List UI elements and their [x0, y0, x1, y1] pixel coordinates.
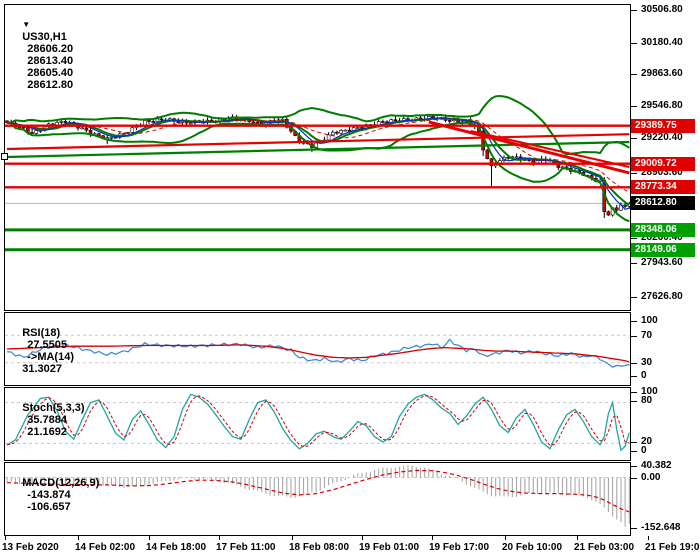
price-level-badge: 28773.34 [631, 180, 695, 194]
indicator-axis-label: 80 [641, 395, 653, 406]
bar-open-value: 28606.20 [27, 43, 74, 55]
price-axis-label: 27943.60 [641, 257, 683, 268]
indicator-axis-tick [631, 336, 637, 337]
rsi-name: RSI(18) [22, 327, 61, 339]
time-axis-tick [362, 536, 363, 540]
time-axis-label: 21 Feb 19:00 [645, 542, 700, 553]
indicator-axis-tick [631, 466, 637, 467]
indicator-axis-label: 100 [641, 315, 658, 326]
price-level-badge: 28612.80 [631, 196, 695, 210]
price-axis-tick [631, 106, 637, 107]
time-axis-label: 21 Feb 03:00 [574, 542, 635, 553]
time-axis[interactable]: 13 Feb 2020 14 Feb 02:00 14 Feb 18:00 17 Fe… [0, 536, 700, 560]
price-level-badge: 28149.06 [631, 243, 695, 257]
time-axis-tick [149, 536, 150, 540]
stochastic-header: Stoch(5,3,3) 35.7884 21.1692 [10, 390, 85, 450]
price-axis-label: 30180.40 [641, 37, 683, 48]
price-level-badge: 29009.72 [631, 157, 695, 171]
stoch-name: Stoch(5,3,3) [22, 402, 85, 414]
symbol-timeframe: US30,H1 [22, 31, 67, 43]
rsi-indicator-panel[interactable]: RSI(18) 27.5505 ->MA(14) 31.3027 [4, 312, 631, 386]
price-axis-tick [631, 238, 637, 239]
time-axis-tick [648, 536, 649, 540]
stoch-k-value: 35.7884 [27, 414, 67, 426]
indicator-axis-tick [631, 321, 637, 322]
price-axis-label: 27626.80 [641, 291, 683, 302]
price-axis-tick [631, 173, 637, 174]
indicator-axis-label: 0.00 [641, 472, 661, 483]
time-axis-tick [5, 536, 6, 540]
price-axis-tick [631, 263, 637, 264]
indicator-axis-tick [631, 392, 637, 393]
time-axis-label: 17 Feb 11:00 [216, 542, 276, 553]
rsi-ma-value: 31.3027 [22, 363, 62, 375]
trendline-anchor-marker[interactable] [1, 153, 8, 160]
macd-signal-value: -106.657 [27, 501, 71, 513]
macd-signal-line [6, 469, 630, 513]
time-axis-tick [78, 536, 79, 540]
rsi-canvas[interactable] [5, 313, 630, 385]
trading-terminal-window: { "title_bar": { "dropdown_icon": "\u25B… [0, 0, 700, 560]
symbol-dropdown-icon[interactable]: ▼ [22, 20, 30, 29]
time-axis-tick [219, 536, 220, 540]
time-axis-label: 18 Feb 08:00 [289, 542, 350, 553]
rsi-header: RSI(18) 27.5505 ->MA(14) 31.3027 [10, 315, 74, 387]
time-axis-label: 14 Feb 02:00 [75, 542, 136, 553]
price-level-badge: 29389.75 [631, 119, 695, 133]
macd-name: MACD(12,26,9) [22, 477, 100, 489]
macd-header: MACD(12,26,9) -143.874 -106.657 [10, 465, 99, 525]
price-axis-tick [631, 297, 637, 298]
rsi-ma-line [6, 344, 630, 363]
indicator-axis-tick [631, 528, 637, 529]
indicator-axis-tick [631, 363, 637, 364]
rsi-ma-label: ->MA(14) [27, 351, 74, 363]
indicator-axis-tick [631, 478, 637, 479]
rsi-value: 27.5505 [27, 339, 67, 351]
time-axis-label: 14 Feb 18:00 [146, 542, 207, 553]
stoch-d-value: 21.1692 [27, 426, 67, 438]
stochastic-canvas[interactable] [5, 388, 630, 460]
time-axis-label: 13 Feb 2020 [2, 542, 59, 553]
time-axis-tick [432, 536, 433, 540]
main-chart-panel[interactable]: ▼ US30,H1 28606.20 28613.40 28605.40 286… [4, 4, 631, 311]
time-axis-label: 19 Feb 01:00 [359, 542, 420, 553]
price-axis-label: 29220.40 [641, 132, 683, 143]
indicator-axis-label: 30 [641, 357, 653, 368]
stochastic-indicator-panel[interactable]: Stoch(5,3,3) 35.7884 21.1692 [4, 387, 631, 461]
trendline-falling-red-steep [428, 120, 630, 175]
price-axis-label: 29546.80 [641, 100, 683, 111]
price-axis-label: 29863.60 [641, 68, 683, 79]
indicator-axis-tick [631, 442, 637, 443]
indicator-axis-label: 70 [641, 330, 653, 341]
price-axis-tick [631, 138, 637, 139]
indicator-axis-label: -152.648 [641, 522, 681, 533]
indicator-axis-label: 0 [641, 370, 647, 381]
price-axis[interactable]: 30506.80 30180.40 29863.60 29546.80 29220.40… [631, 0, 700, 536]
time-axis-tick [577, 536, 578, 540]
main-chart-canvas[interactable] [5, 5, 630, 310]
macd-histogram [6, 465, 630, 527]
price-axis-label: 30506.80 [641, 4, 683, 15]
time-axis-tick [292, 536, 293, 540]
rsi-gridlines [5, 334, 630, 364]
price-axis-tick [631, 74, 637, 75]
price-axis-tick [631, 43, 637, 44]
chart-ohlc-line: ▼ US30,H1 28606.20 28613.40 28605.40 286… [10, 7, 73, 103]
bar-low-value: 28605.40 [27, 67, 74, 79]
time-axis-tick [505, 536, 506, 540]
price-axis-tick [631, 10, 637, 11]
price-level-badge: 28348.06 [631, 223, 695, 237]
indicator-axis-tick [631, 376, 637, 377]
time-axis-label: 19 Feb 17:00 [429, 542, 490, 553]
indicator-axis-tick [631, 401, 637, 402]
indicator-axis-label: 0 [641, 445, 647, 456]
macd-value: -143.874 [27, 489, 71, 501]
macd-indicator-panel[interactable]: MACD(12,26,9) -143.874 -106.657 [4, 462, 631, 536]
bar-close-value: 28612.80 [27, 79, 74, 91]
indicator-axis-label: 40.382 [641, 460, 672, 471]
indicator-axis-tick [631, 451, 637, 452]
time-axis-label: 20 Feb 10:00 [502, 542, 563, 553]
bar-high-value: 28613.40 [27, 55, 74, 67]
